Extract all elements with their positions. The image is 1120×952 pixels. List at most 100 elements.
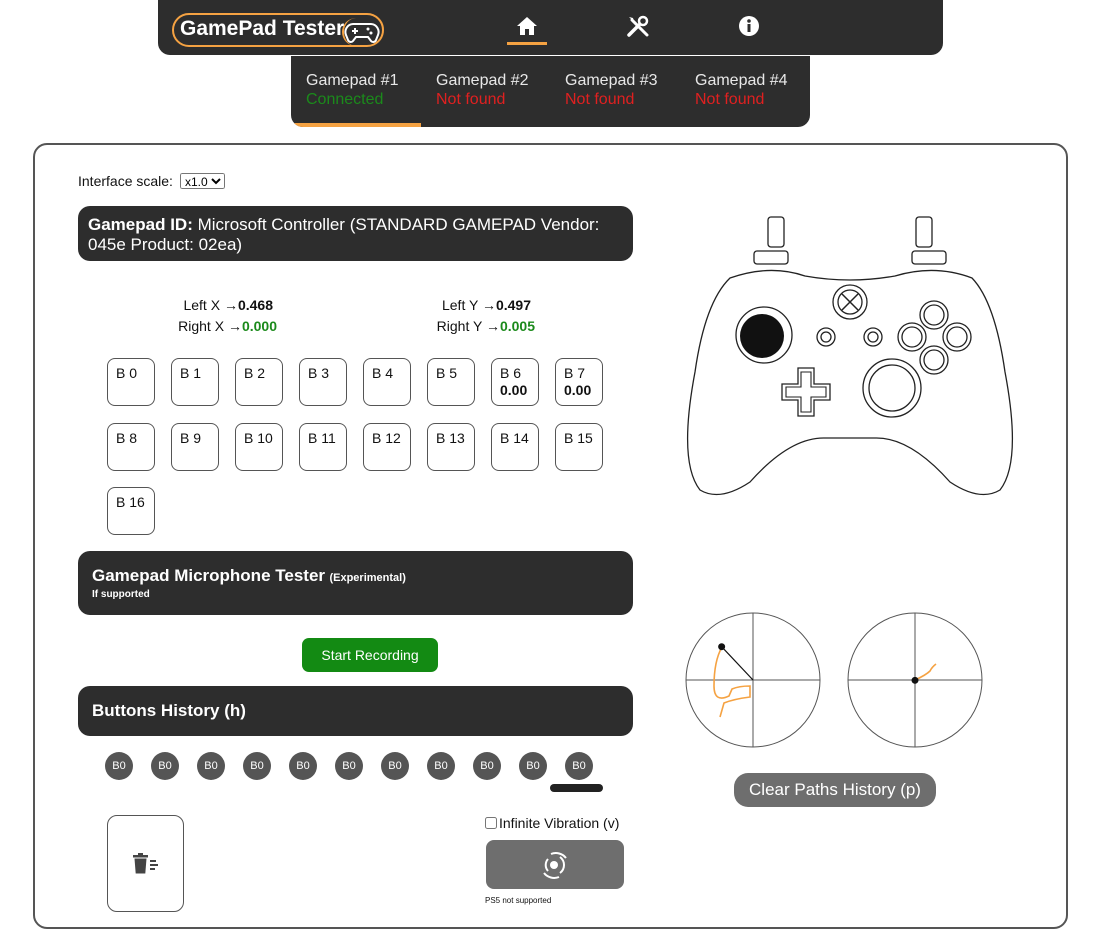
- tab-gamepad-3[interactable]: Gamepad #3 Not found: [550, 56, 680, 127]
- history-scrollbar[interactable]: [550, 784, 603, 792]
- start-recording-button[interactable]: Start Recording: [302, 638, 438, 672]
- infinite-vibration-label: Infinite Vibration (v): [499, 815, 620, 831]
- left-bumper: [753, 250, 789, 265]
- interface-scale-label: Interface scale:: [78, 173, 173, 189]
- axis-right-y: Right Y →0.005: [400, 318, 535, 334]
- tab-status: Not found: [565, 91, 635, 108]
- axis-label: Left X: [183, 297, 221, 313]
- button-tile-b8: B 8: [107, 423, 155, 471]
- button-tile-b10: B 10: [235, 423, 283, 471]
- button-label: B 8: [116, 430, 138, 446]
- button-tile-b6: B 6 0.00: [491, 358, 539, 406]
- tab-gamepad-2[interactable]: Gamepad #2 Not found: [421, 56, 551, 127]
- tools-icon: [627, 15, 649, 37]
- button-label: B 16: [116, 494, 145, 510]
- right-stick: [868, 364, 916, 412]
- vibrate-button[interactable]: [486, 840, 624, 889]
- button-tile-b13: B 13: [427, 423, 475, 471]
- clear-history-button[interactable]: [107, 815, 184, 912]
- gamepad-id-panel: Gamepad ID: Microsoft Controller (STANDA…: [78, 206, 633, 261]
- axis-right-x: Right X →0.000: [150, 318, 277, 334]
- trash-list-icon: [132, 852, 158, 873]
- button-label: B 0: [116, 365, 138, 381]
- axis-label: Right Y: [436, 318, 483, 334]
- button-tile-b16: B 16: [107, 487, 155, 535]
- ps5-note: PS5 not supported: [485, 896, 552, 905]
- arrow-icon: →: [223, 297, 238, 313]
- button-tile-b7: B 7 0.00: [555, 358, 603, 406]
- nav-tools-button[interactable]: [618, 10, 658, 42]
- button-tile-b9: B 9: [171, 423, 219, 471]
- button-label: B 1: [180, 365, 202, 381]
- history-chip: B0: [335, 752, 363, 780]
- axis-value: 0.005: [499, 318, 535, 334]
- button-label: B 12: [372, 430, 401, 446]
- button-tile-b15: B 15: [555, 423, 603, 471]
- button-label: B 7: [564, 365, 586, 381]
- button-tile-b14: B 14: [491, 423, 539, 471]
- infinite-vibration-toggle[interactable]: Infinite Vibration (v): [485, 815, 619, 831]
- button-tile-b2: B 2: [235, 358, 283, 406]
- history-chip: B0: [381, 752, 409, 780]
- button-value: 0.00: [564, 382, 592, 398]
- nav-home-button[interactable]: [507, 10, 547, 45]
- button-label: B 4: [372, 365, 394, 381]
- right-stick-position-dot: [911, 676, 919, 684]
- axis-left-x: Left X →0.468: [150, 297, 273, 313]
- left-trigger: [767, 216, 785, 248]
- microphone-tester-panel: Gamepad Microphone Tester (Experimental)…: [78, 551, 633, 615]
- right-stick-path-plot: [847, 612, 983, 748]
- button-label: B 2: [244, 365, 266, 381]
- tab-name: Gamepad #2: [436, 72, 529, 89]
- button-value: 0.00: [500, 382, 528, 398]
- axis-value: 0.497: [495, 297, 531, 313]
- button-label: B 6: [500, 365, 522, 381]
- arrow-icon: →: [485, 318, 500, 334]
- clear-paths-history-button[interactable]: Clear Paths History (p): [734, 773, 936, 807]
- info-icon: [739, 16, 759, 36]
- history-chip: B0: [197, 752, 225, 780]
- tab-name: Gamepad #4: [695, 72, 788, 89]
- right-trigger: [915, 216, 933, 248]
- button-tile-b1: B 1: [171, 358, 219, 406]
- infinite-vibration-checkbox[interactable]: [485, 817, 497, 829]
- axis-label: Right X: [178, 318, 225, 334]
- mic-experimental-tag: (Experimental): [329, 572, 406, 584]
- left-stick-path-plot: [685, 612, 821, 748]
- tab-name: Gamepad #1: [306, 72, 399, 89]
- button-label: B 13: [436, 430, 465, 446]
- tab-gamepad-4[interactable]: Gamepad #4 Not found: [680, 56, 810, 127]
- axis-value: 0.000: [241, 318, 277, 334]
- interface-scale-select[interactable]: x1.0: [180, 173, 225, 189]
- tab-status: Not found: [436, 91, 506, 108]
- buttons-history-header: Buttons History (h): [78, 686, 633, 736]
- controller-illustration: [686, 216, 1014, 496]
- tab-status: Connected: [306, 91, 384, 108]
- axis-value: 0.468: [237, 297, 273, 313]
- button-label: B 3: [308, 365, 330, 381]
- history-chip: B0: [289, 752, 317, 780]
- history-chip: B0: [473, 752, 501, 780]
- history-chip: B0: [243, 752, 271, 780]
- history-chip: B0: [151, 752, 179, 780]
- button-tile-b5: B 5: [427, 358, 475, 406]
- arrow-icon: →: [481, 297, 496, 313]
- tab-gamepad-1[interactable]: Gamepad #1 Connected: [291, 56, 421, 127]
- nav-info-button[interactable]: [729, 10, 769, 42]
- mic-title: Gamepad Microphone Tester: [92, 566, 326, 585]
- arrow-icon: →: [227, 318, 242, 334]
- left-stick: [740, 314, 784, 358]
- gamepad-icon: [342, 18, 384, 46]
- right-bumper: [911, 250, 947, 265]
- button-label: B 11: [308, 430, 336, 446]
- button-label: B 9: [180, 430, 202, 446]
- tab-status: Not found: [695, 91, 765, 108]
- button-label: B 15: [564, 430, 593, 446]
- button-tile-b0: B 0: [107, 358, 155, 406]
- history-chip: B0: [565, 752, 593, 780]
- brand-title[interactable]: GamePad Tester: [180, 17, 344, 41]
- button-tile-b4: B 4: [363, 358, 411, 406]
- gamepad-id-label: Gamepad ID:: [88, 215, 193, 234]
- button-label: B 14: [500, 430, 529, 446]
- vibration-icon: [543, 851, 567, 879]
